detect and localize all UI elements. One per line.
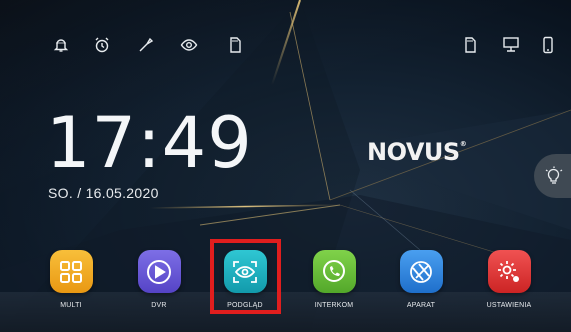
app-label: USTAWIENIA xyxy=(486,302,532,309)
play-icon xyxy=(137,250,181,293)
app-multi[interactable]: MULTI xyxy=(31,250,111,309)
monitor-network-icon[interactable] xyxy=(500,34,522,56)
bell-icon[interactable] xyxy=(50,34,72,56)
camera-icon xyxy=(399,250,443,293)
lightbulb-icon xyxy=(545,166,563,184)
app-interkom[interactable]: INTERKOM xyxy=(294,250,374,309)
clock-date: SO. / 16.05.2020 xyxy=(48,185,159,201)
clock-time: 17:49 xyxy=(46,102,253,184)
app-label: APARAT xyxy=(406,302,436,309)
phone-icon[interactable] xyxy=(537,34,559,56)
sd-card-icon[interactable] xyxy=(224,34,246,56)
alarm-clock-icon[interactable] xyxy=(91,34,113,56)
status-bar xyxy=(0,34,571,60)
logo-registered-mark: ® xyxy=(459,140,467,148)
side-panel-tab[interactable] xyxy=(534,154,571,198)
eye-icon[interactable] xyxy=(178,34,200,56)
logo-text: NOVUS xyxy=(367,138,460,166)
app-ustawienia[interactable]: USTAWIENIA xyxy=(469,250,549,309)
app-label: MULTI xyxy=(60,302,82,309)
app-label: INTERKOM xyxy=(314,302,354,309)
sd-card-right-icon[interactable] xyxy=(459,34,481,56)
tool-icon[interactable] xyxy=(135,34,157,56)
home-screen: 17:49 SO. / 16.05.2020 NOVUS® MULTI DVR … xyxy=(0,0,571,332)
settings-gear-icon xyxy=(487,250,531,293)
app-dvr[interactable]: DVR xyxy=(119,250,199,309)
app-aparat[interactable]: APARAT xyxy=(381,250,461,309)
novus-logo: NOVUS® xyxy=(367,138,467,166)
grid-icon xyxy=(49,250,93,293)
selection-highlight xyxy=(210,239,281,314)
intercom-phone-icon xyxy=(312,250,356,293)
app-label: DVR xyxy=(151,302,167,309)
